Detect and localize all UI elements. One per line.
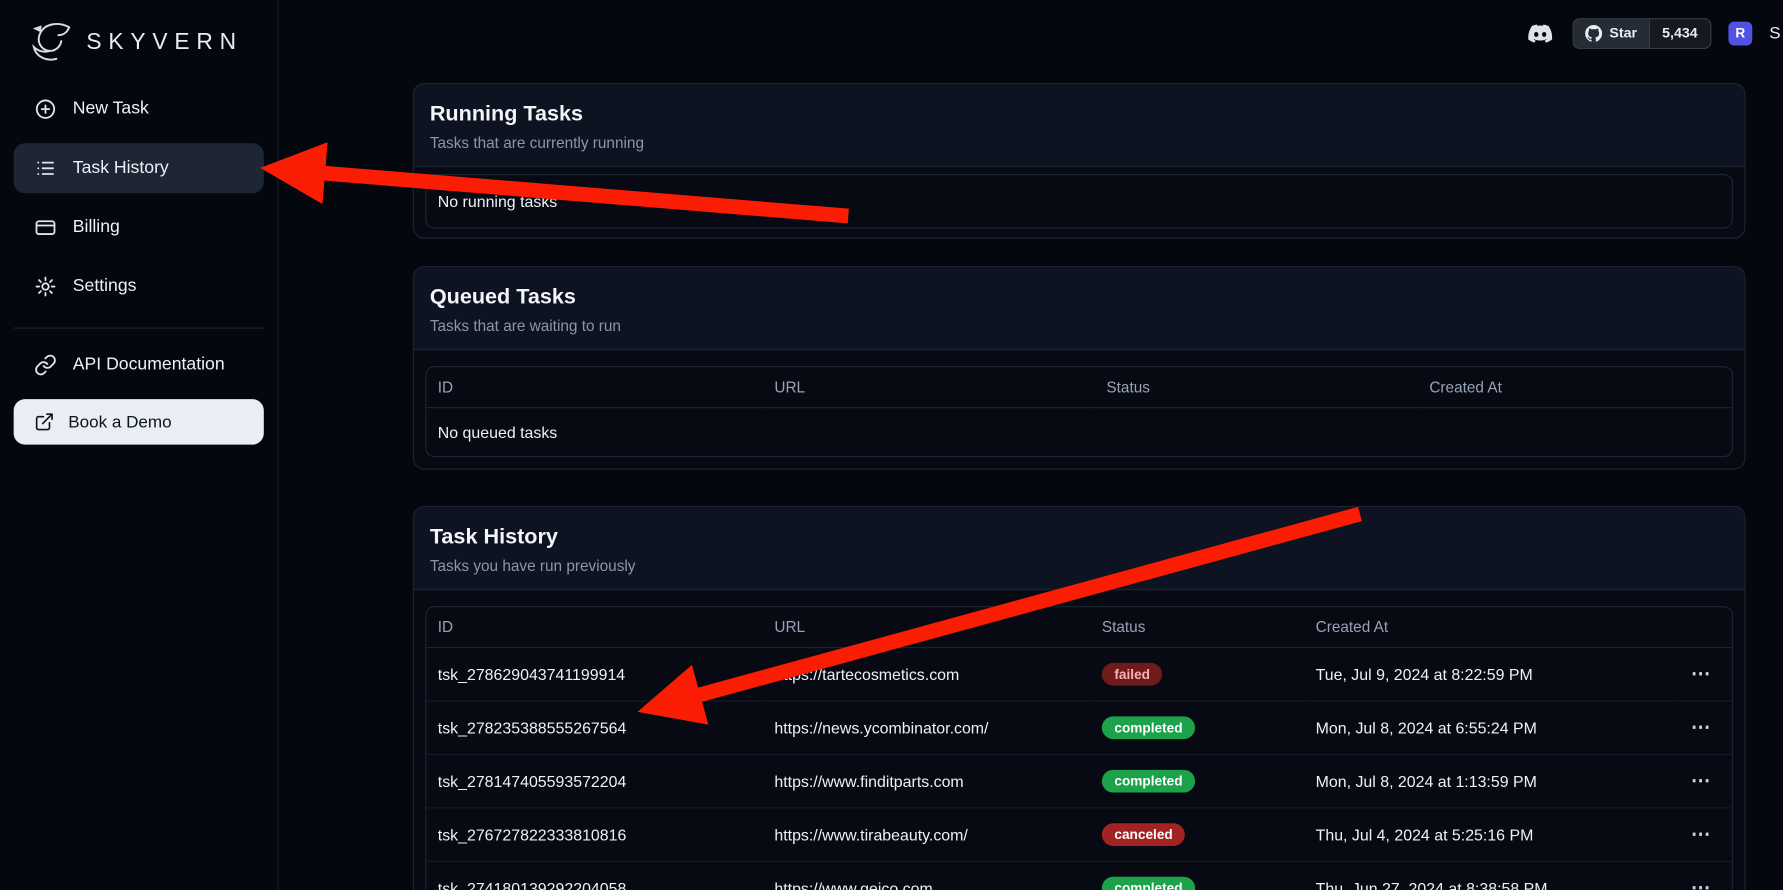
task-history-card: Task History Tasks you have run previous…: [413, 506, 1746, 890]
queued-tasks-empty-text: No queued tasks: [426, 408, 1731, 456]
cards-container: Running Tasks Tasks that are currently r…: [413, 83, 1746, 890]
task-history-content: ID URL Status Created At tsk_27862904374…: [414, 590, 1744, 890]
status-badge: canceled: [1102, 823, 1185, 846]
app: SKYVERN New Task Task History Billing: [0, 0, 1783, 890]
github-star-label: Star: [1609, 25, 1637, 41]
task-row[interactable]: tsk_274180139292204058 https://www.geico…: [426, 861, 1731, 890]
task-id-cell: tsk_278629043741199914: [426, 648, 763, 701]
task-history-header: Task History Tasks you have run previous…: [414, 507, 1744, 590]
task-id-cell: tsk_274180139292204058: [426, 861, 763, 890]
main-content: Star 5,434 R S Running Tasks Tasks that …: [279, 0, 1783, 890]
column-header-status: Status: [1090, 607, 1304, 647]
row-actions-button[interactable]: ⋯: [1691, 716, 1711, 738]
github-icon: [1586, 24, 1603, 41]
sidebar-item-billing[interactable]: Billing: [14, 202, 264, 252]
sidebar-item-label: Billing: [73, 217, 120, 237]
list-icon: [34, 157, 57, 180]
task-row[interactable]: tsk_278629043741199914 https://tartecosm…: [426, 648, 1731, 701]
sidebar-secondary-nav: API Documentation: [0, 329, 277, 390]
task-url-cell: https://www.finditparts.com: [763, 754, 1090, 807]
sidebar-item-settings[interactable]: Settings: [14, 262, 264, 312]
task-id-cell: tsk_278235388555267564: [426, 701, 763, 754]
queued-tasks-card: Queued Tasks Tasks that are waiting to r…: [413, 266, 1746, 470]
task-url-cell: https://news.ycombinator.com/: [763, 701, 1090, 754]
sidebar-item-task-history[interactable]: Task History: [14, 143, 264, 193]
column-header-created-at: Created At: [1418, 367, 1732, 407]
task-history-table: ID URL Status Created At tsk_27862904374…: [426, 607, 1731, 890]
running-tasks-header: Running Tasks Tasks that are currently r…: [414, 84, 1744, 167]
column-header-actions: [1679, 607, 1731, 647]
queued-tasks-empty-row: No queued tasks: [426, 408, 1731, 456]
plus-circle-icon: [34, 98, 57, 121]
column-header-url: URL: [763, 367, 1095, 407]
task-created-cell: Mon, Jul 8, 2024 at 6:55:24 PM: [1304, 701, 1679, 754]
user-name: S: [1769, 23, 1780, 42]
column-header-status: Status: [1095, 367, 1418, 407]
sidebar-item-new-task[interactable]: New Task: [14, 84, 264, 134]
sidebar-item-label: Settings: [73, 276, 137, 296]
row-actions-button[interactable]: ⋯: [1691, 877, 1711, 890]
external-link-icon: [34, 412, 54, 432]
row-actions-button[interactable]: ⋯: [1691, 663, 1711, 685]
status-badge: completed: [1102, 716, 1195, 739]
brand-name: SKYVERN: [86, 29, 242, 55]
status-badge: completed: [1102, 770, 1195, 793]
queued-tasks-table: ID URL Status Created At No queued tasks: [426, 367, 1731, 456]
task-history-subtitle: Tasks you have run previously: [430, 557, 1729, 574]
queued-tasks-title: Queued Tasks: [430, 284, 1729, 311]
queued-tasks-content: ID URL Status Created At No queued tasks: [414, 350, 1744, 468]
sidebar-item-label: API Documentation: [73, 355, 225, 375]
brand-logo[interactable]: SKYVERN: [0, 0, 277, 71]
task-id-cell: tsk_278147405593572204: [426, 754, 763, 807]
github-star-count[interactable]: 5,434: [1648, 19, 1710, 47]
row-actions-button[interactable]: ⋯: [1691, 823, 1711, 845]
task-url-cell: https://www.geico.com: [763, 861, 1090, 890]
sidebar-item-label: New Task: [73, 99, 149, 119]
sidebar: SKYVERN New Task Task History Billing: [0, 0, 279, 890]
skyvern-dragon-icon: [30, 20, 78, 63]
sidebar-item-api-documentation[interactable]: API Documentation: [14, 340, 264, 390]
discord-icon[interactable]: [1525, 21, 1556, 45]
task-created-cell: Mon, Jul 8, 2024 at 1:13:59 PM: [1304, 754, 1679, 807]
link-icon: [34, 354, 57, 377]
book-a-demo-label: Book a Demo: [68, 412, 171, 431]
task-url-cell: https://www.tirabeauty.com/: [763, 808, 1090, 861]
task-created-cell: Tue, Jul 9, 2024 at 8:22:59 PM: [1304, 648, 1679, 701]
task-row[interactable]: tsk_278147405593572204 https://www.findi…: [426, 754, 1731, 807]
credit-card-icon: [34, 216, 57, 239]
status-badge: failed: [1102, 663, 1163, 686]
gear-icon: [34, 275, 57, 298]
github-star-button[interactable]: Star 5,434: [1573, 18, 1711, 49]
topbar: Star 5,434 R S: [1525, 0, 1783, 66]
running-tasks-card: Running Tasks Tasks that are currently r…: [413, 83, 1746, 239]
task-row[interactable]: tsk_278235388555267564 https://news.ycom…: [426, 701, 1731, 754]
row-actions-button[interactable]: ⋯: [1691, 770, 1711, 792]
running-tasks-subtitle: Tasks that are currently running: [430, 134, 1729, 151]
running-tasks-title: Running Tasks: [430, 101, 1729, 128]
running-tasks-content: No running tasks: [414, 167, 1744, 238]
status-badge: completed: [1102, 877, 1195, 890]
user-avatar[interactable]: R: [1728, 21, 1752, 45]
sidebar-item-label: Task History: [73, 158, 169, 178]
column-header-id: ID: [426, 607, 763, 647]
queued-tasks-header: Queued Tasks Tasks that are waiting to r…: [414, 267, 1744, 350]
running-tasks-empty-text: No running tasks: [426, 175, 1731, 227]
task-url-cell: https://tartecosmetics.com: [763, 648, 1090, 701]
book-a-demo-button[interactable]: Book a Demo: [14, 399, 264, 444]
task-id-cell: tsk_276727822333810816: [426, 808, 763, 861]
task-created-cell: Thu, Jul 4, 2024 at 5:25:16 PM: [1304, 808, 1679, 861]
column-header-id: ID: [426, 367, 763, 407]
task-created-cell: Thu, Jun 27, 2024 at 8:38:58 PM: [1304, 861, 1679, 890]
task-row[interactable]: tsk_276727822333810816 https://www.tirab…: [426, 808, 1731, 861]
sidebar-nav: New Task Task History Billing Settings: [0, 71, 277, 329]
column-header-created-at: Created At: [1304, 607, 1679, 647]
queued-tasks-subtitle: Tasks that are waiting to run: [430, 317, 1729, 334]
task-history-title: Task History: [430, 524, 1729, 551]
column-header-url: URL: [763, 607, 1090, 647]
